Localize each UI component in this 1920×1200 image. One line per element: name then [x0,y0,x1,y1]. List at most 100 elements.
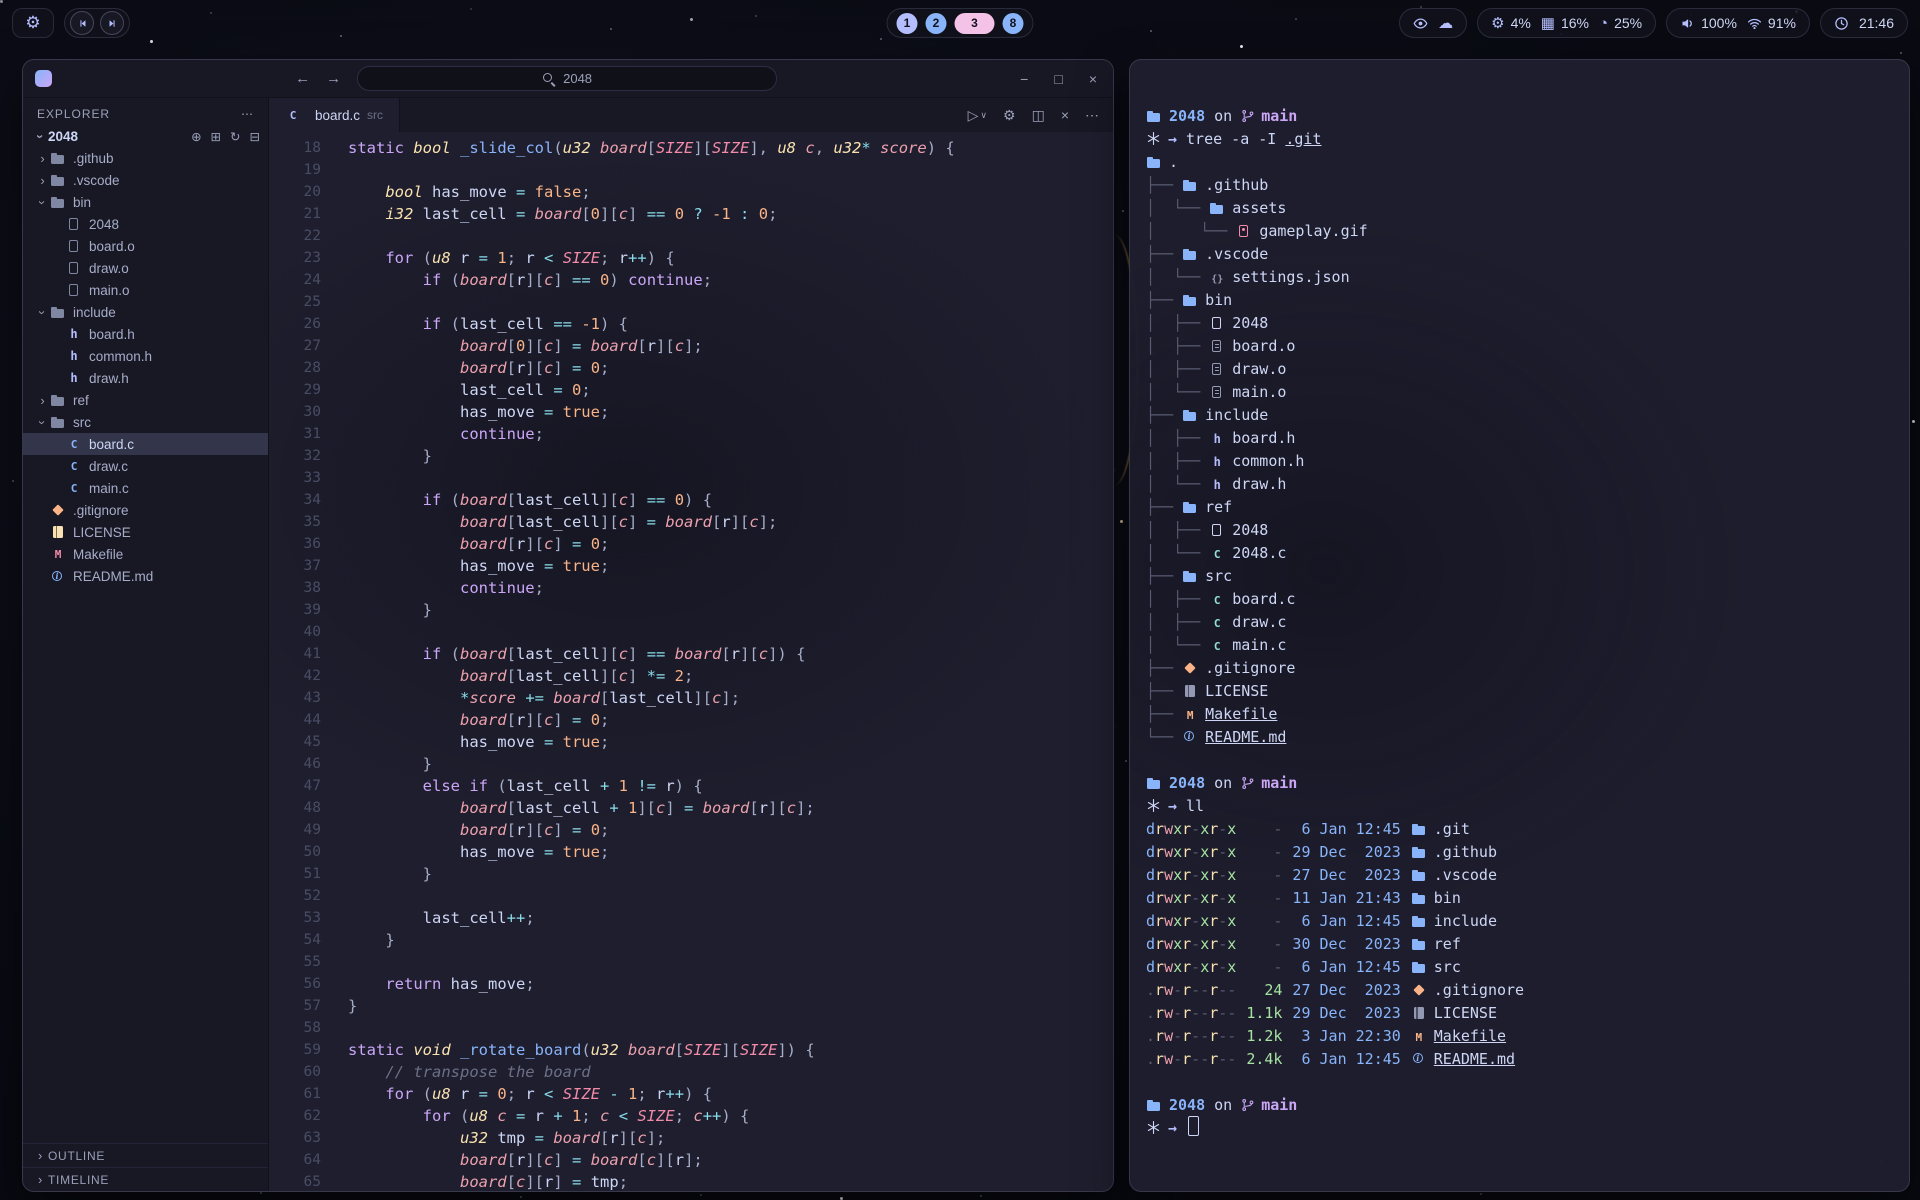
explorer-item-common.h[interactable]: common.h [23,345,268,367]
status-bar: ⚙ 1238 ☁ ⚙ 4% ▦ 16% ◔ [0,0,1920,46]
timeline-section[interactable]: › TIMELINE [23,1167,268,1191]
weather-pill[interactable]: ☁ [1399,8,1467,38]
prompt-arrow-icon: → [1168,130,1177,148]
titlebar-search[interactable]: 2048 [357,66,777,91]
terminal-line: ├── Makefile [1146,702,1891,725]
media-prev-button[interactable] [70,11,94,35]
c-icon [1209,591,1225,607]
wifi-indicator[interactable]: 91% [1747,15,1796,31]
explorer-item-board.h[interactable]: board.h [23,323,268,345]
explorer-item-2048[interactable]: 2048 [23,213,268,235]
terminal-command-line[interactable]: → tree -a -I .git [1146,127,1891,150]
workspace-3[interactable]: 3 [955,13,995,34]
editor-pane: board.c src ▷ ∨ ⚙ ◫ × ⋯ 1819202122232425… [269,98,1113,1191]
explorer-item-README.md[interactable]: README.md [23,565,268,587]
terminal-block: 2048 on main → tree -a -I .git .├── .git… [1146,104,1891,748]
explorer-item-main.c[interactable]: main.c [23,477,268,499]
forward-button[interactable]: → [326,70,341,87]
terminal-window[interactable]: 2048 on main → tree -a -I .git .├── .git… [1129,59,1910,1192]
explorer-item-.gitignore[interactable]: .gitignore [23,499,268,521]
new-folder-button[interactable]: ⊞ [211,129,221,144]
line-number: 59 [269,1039,321,1061]
explorer-item-.vscode[interactable]: › .vscode [23,169,268,191]
folder-icon [1182,177,1198,193]
folder-icon [50,392,66,408]
explorer-item-bin[interactable]: ›bin [23,191,268,213]
workspace-1[interactable]: 1 [897,13,918,34]
volume-value: 100% [1701,15,1737,31]
file-label: .vscode [73,173,120,188]
line-number: 18 [269,137,321,159]
minimize-button[interactable]: − [1020,71,1028,87]
make-icon [1182,706,1198,722]
search-icon [542,72,555,85]
settings-gear-button[interactable]: ⚙ [1003,107,1016,124]
explorer-item-include[interactable]: ›include [23,301,268,323]
c-icon [66,436,82,452]
media-next-button[interactable] [100,11,124,35]
code-line: // transpose the board [348,1061,1113,1083]
close-editor-button[interactable]: × [1061,107,1069,123]
snowflake-icon [1146,798,1161,813]
terminal-command-line[interactable]: → [1146,1116,1891,1139]
explorer-item-main.o[interactable]: main.o [23,279,268,301]
code-line [348,951,1113,973]
explorer-item-.github[interactable]: ›.github [23,147,268,169]
more-actions-button[interactable]: ⋯ [1085,107,1099,124]
outline-section[interactable]: › OUTLINE [23,1143,268,1167]
explorer-item-LICENSE[interactable]: LICENSE [23,521,268,543]
file-label: src [73,415,91,430]
chevron-icon: › [35,173,50,188]
new-file-button[interactable]: ⊕ [191,129,201,144]
explorer-item-src[interactable]: ›src [23,411,268,433]
explorer-item-draw.h[interactable]: draw.h [23,367,268,389]
run-button[interactable]: ▷ ∨ [968,107,987,124]
terminal-line: .rw-r--r-- 2427 Dec 2023.gitignore [1146,978,1891,1001]
terminal-line: │ ├── common.h [1146,449,1891,472]
workspace-8[interactable]: 8 [1003,13,1024,34]
terminal-line: │ └── 2048.c [1146,541,1891,564]
launcher-button[interactable]: ⚙ [12,8,54,38]
back-button[interactable]: ← [295,70,310,87]
code-line: static bool _slide_col(u32 board[SIZE][S… [348,137,1113,159]
code-lines: static bool _slide_col(u32 board[SIZE][S… [348,137,1113,1191]
folder-icon [1411,844,1427,860]
memory-stat: ▦ 16% [1541,15,1589,31]
folder-icon [1146,775,1162,791]
explorer-item-draw.c[interactable]: draw.c [23,455,268,477]
line-number: 22 [269,225,321,247]
workspace-2[interactable]: 2 [926,13,947,34]
line-number: 52 [269,885,321,907]
clock-pill[interactable]: 21:46 [1820,8,1908,38]
close-button[interactable]: × [1089,71,1097,87]
split-editor-button[interactable]: ◫ [1032,107,1045,124]
collapse-all-button[interactable]: ⊟ [250,129,260,144]
terminal-block: 2048 on main → ll drwxr-xr-x - 6 Jan 12:… [1146,771,1891,1070]
terminal-line: │ ├── board.o [1146,334,1891,357]
explorer-item-ref[interactable]: ›ref [23,389,268,411]
volume-indicator[interactable]: 100% [1680,15,1737,31]
chevron-icon: › [35,195,50,210]
app-icon [35,70,52,87]
chevron-right-icon: › [33,1148,48,1163]
code-editor[interactable]: 1819202122232425262728293031323334353637… [269,132,1113,1191]
maximize-button[interactable]: □ [1054,71,1062,87]
code-line: } [348,995,1113,1017]
terminal-body: 2048 on main → tree -a -I .git .├── .git… [1146,104,1891,1139]
refresh-button[interactable]: ↻ [230,129,240,144]
explorer-item-Makefile[interactable]: Makefile [23,543,268,565]
line-number: 32 [269,445,321,467]
wifi-icon [1747,16,1762,31]
explorer-item-board.o[interactable]: board.o [23,235,268,257]
tab-board-c[interactable]: board.c src [269,98,400,132]
explorer-item-board.c[interactable]: board.c [23,433,268,455]
explorer-item-draw.o[interactable]: draw.o [23,257,268,279]
explorer-more-button[interactable]: ⋯ [241,107,254,121]
prompt-separator: on [1214,107,1232,125]
terminal-command-line[interactable]: → ll [1146,794,1891,817]
project-root[interactable]: › 2048 ⊕ ⊞ ↻ ⊟ [23,126,268,147]
c-icon [66,480,82,496]
line-number: 21 [269,203,321,225]
terminal-prompt-line: 2048 on main [1146,1093,1891,1116]
terminal-line: │ └── draw.h [1146,472,1891,495]
